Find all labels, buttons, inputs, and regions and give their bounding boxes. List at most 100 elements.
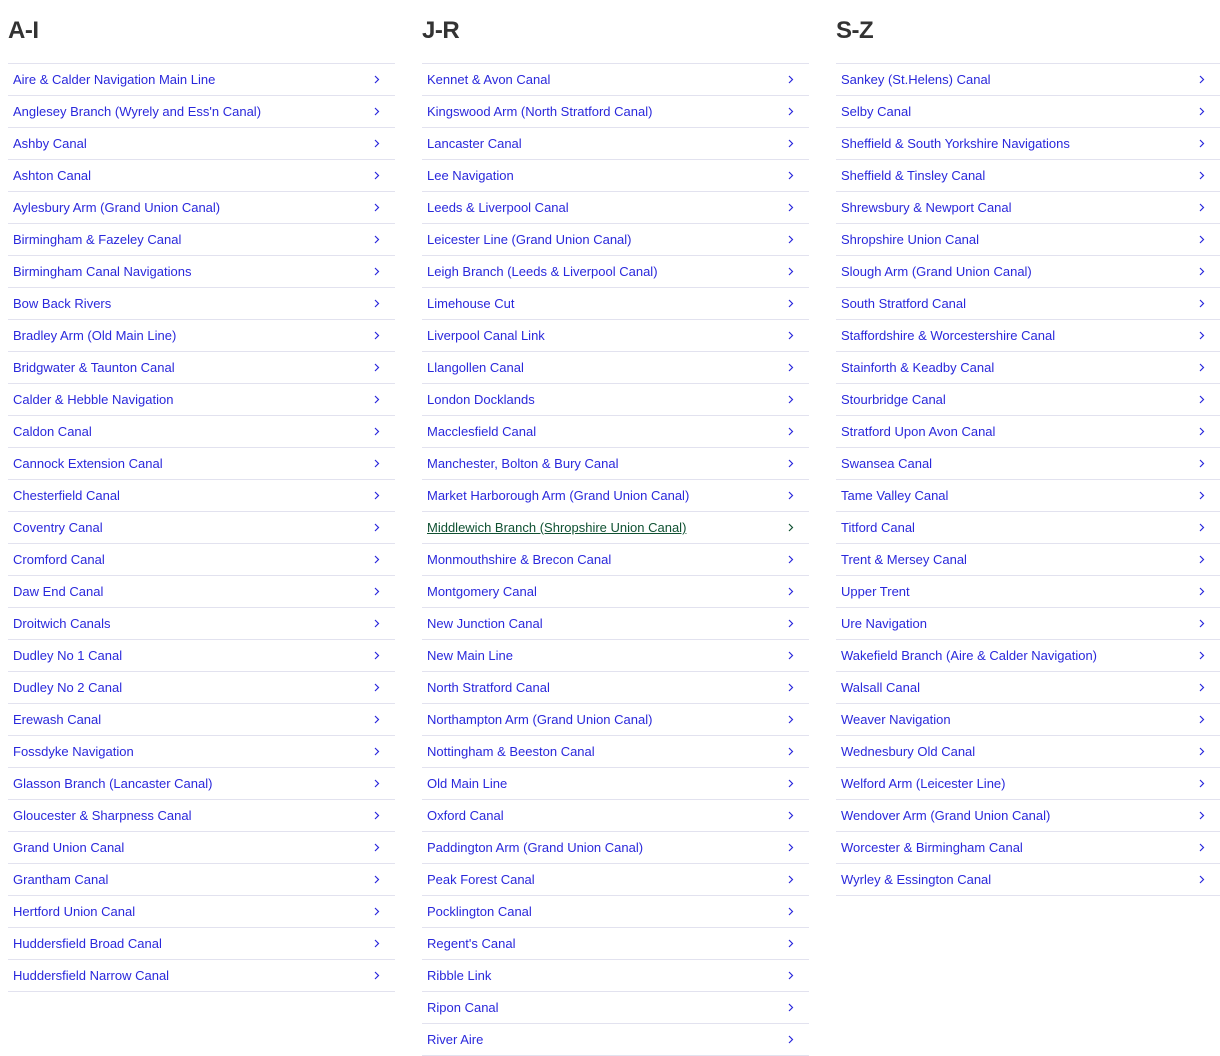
waterway-link[interactable]: Aire & Calder Navigation Main Line <box>8 64 395 96</box>
waterway-link[interactable]: River Aire <box>422 1024 809 1056</box>
waterway-link[interactable]: Middlewich Branch (Shropshire Union Cana… <box>422 512 809 544</box>
waterway-link[interactable]: Limehouse Cut <box>422 288 809 320</box>
waterway-link[interactable]: Chesterfield Canal <box>8 480 395 512</box>
chevron-right-icon <box>787 747 795 756</box>
waterway-link[interactable]: Coventry Canal <box>8 512 395 544</box>
waterway-link[interactable]: Gloucester & Sharpness Canal <box>8 800 395 832</box>
waterway-link[interactable]: Grand Union Canal <box>8 832 395 864</box>
waterway-link[interactable]: Kennet & Avon Canal <box>422 64 809 96</box>
waterway-link[interactable]: Stratford Upon Avon Canal <box>836 416 1220 448</box>
waterway-link[interactable]: Bradley Arm (Old Main Line) <box>8 320 395 352</box>
waterway-link[interactable]: Liverpool Canal Link <box>422 320 809 352</box>
waterway-link[interactable]: Dudley No 2 Canal <box>8 672 395 704</box>
waterway-link[interactable]: Dudley No 1 Canal <box>8 640 395 672</box>
waterway-link[interactable]: Upper Trent <box>836 576 1220 608</box>
waterway-link[interactable]: Welford Arm (Leicester Line) <box>836 768 1220 800</box>
waterway-link[interactable]: Leeds & Liverpool Canal <box>422 192 809 224</box>
waterway-link[interactable]: Pocklington Canal <box>422 896 809 928</box>
waterway-link[interactable]: Sheffield & Tinsley Canal <box>836 160 1220 192</box>
waterway-name: Upper Trent <box>841 584 910 599</box>
waterway-link[interactable]: Old Main Line <box>422 768 809 800</box>
waterway-link[interactable]: Wendover Arm (Grand Union Canal) <box>836 800 1220 832</box>
waterway-link[interactable]: Huddersfield Narrow Canal <box>8 960 395 992</box>
chevron-right-icon <box>1198 395 1206 404</box>
waterway-link[interactable]: Lancaster Canal <box>422 128 809 160</box>
waterway-link[interactable]: Cannock Extension Canal <box>8 448 395 480</box>
waterway-link[interactable]: Sankey (St.Helens) Canal <box>836 64 1220 96</box>
waterway-link[interactable]: Walsall Canal <box>836 672 1220 704</box>
waterway-link[interactable]: Hertford Union Canal <box>8 896 395 928</box>
waterway-link[interactable]: Bow Back Rivers <box>8 288 395 320</box>
waterway-name: Birmingham Canal Navigations <box>13 264 192 279</box>
waterway-link[interactable]: Peak Forest Canal <box>422 864 809 896</box>
waterway-link[interactable]: Market Harborough Arm (Grand Union Canal… <box>422 480 809 512</box>
waterway-link[interactable]: Northampton Arm (Grand Union Canal) <box>422 704 809 736</box>
waterway-link[interactable]: Ure Navigation <box>836 608 1220 640</box>
waterway-link[interactable]: Llangollen Canal <box>422 352 809 384</box>
waterway-link[interactable]: Oxford Canal <box>422 800 809 832</box>
waterway-link[interactable]: Droitwich Canals <box>8 608 395 640</box>
waterway-link[interactable]: Stourbridge Canal <box>836 384 1220 416</box>
waterway-link[interactable]: Huddersfield Broad Canal <box>8 928 395 960</box>
waterway-link[interactable]: Ashby Canal <box>8 128 395 160</box>
waterway-link[interactable]: London Docklands <box>422 384 809 416</box>
waterway-link[interactable]: Trent & Mersey Canal <box>836 544 1220 576</box>
waterway-link[interactable]: Leicester Line (Grand Union Canal) <box>422 224 809 256</box>
waterway-name: Glasson Branch (Lancaster Canal) <box>13 776 213 791</box>
waterway-link[interactable]: Monmouthshire & Brecon Canal <box>422 544 809 576</box>
waterway-link[interactable]: Ripon Canal <box>422 992 809 1024</box>
chevron-right-icon <box>787 491 795 500</box>
waterway-link[interactable]: Wyrley & Essington Canal <box>836 864 1220 896</box>
waterway-link[interactable]: Slough Arm (Grand Union Canal) <box>836 256 1220 288</box>
waterway-name: Shrewsbury & Newport Canal <box>841 200 1012 215</box>
waterway-link[interactable]: Swansea Canal <box>836 448 1220 480</box>
chevron-right-icon <box>1198 523 1206 532</box>
waterway-link[interactable]: Anglesey Branch (Wyrely and Ess'n Canal) <box>8 96 395 128</box>
waterway-link[interactable]: Ashton Canal <box>8 160 395 192</box>
waterway-link[interactable]: Daw End Canal <box>8 576 395 608</box>
waterway-name: Wendover Arm (Grand Union Canal) <box>841 808 1051 823</box>
waterway-link[interactable]: Tame Valley Canal <box>836 480 1220 512</box>
waterway-link[interactable]: Titford Canal <box>836 512 1220 544</box>
waterway-link[interactable]: Wednesbury Old Canal <box>836 736 1220 768</box>
waterway-link[interactable]: Macclesfield Canal <box>422 416 809 448</box>
waterway-name: Macclesfield Canal <box>427 424 537 439</box>
chevron-right-icon <box>373 267 381 276</box>
waterway-link[interactable]: Stainforth & Keadby Canal <box>836 352 1220 384</box>
waterway-link[interactable]: North Stratford Canal <box>422 672 809 704</box>
waterway-link[interactable]: Leigh Branch (Leeds & Liverpool Canal) <box>422 256 809 288</box>
waterway-link[interactable]: Lee Navigation <box>422 160 809 192</box>
waterway-link[interactable]: Wakefield Branch (Aire & Calder Navigati… <box>836 640 1220 672</box>
waterway-link[interactable]: Staffordshire & Worcestershire Canal <box>836 320 1220 352</box>
waterway-link[interactable]: Paddington Arm (Grand Union Canal) <box>422 832 809 864</box>
waterway-link[interactable]: South Stratford Canal <box>836 288 1220 320</box>
waterway-link[interactable]: Ribble Link <box>422 960 809 992</box>
waterway-link[interactable]: Shropshire Union Canal <box>836 224 1220 256</box>
waterway-link[interactable]: Cromford Canal <box>8 544 395 576</box>
waterway-link[interactable]: Bridgwater & Taunton Canal <box>8 352 395 384</box>
waterway-link[interactable]: Grantham Canal <box>8 864 395 896</box>
waterway-link[interactable]: Sheffield & South Yorkshire Navigations <box>836 128 1220 160</box>
waterway-link[interactable]: Manchester, Bolton & Bury Canal <box>422 448 809 480</box>
waterway-link[interactable]: Calder & Hebble Navigation <box>8 384 395 416</box>
waterway-link[interactable]: Shrewsbury & Newport Canal <box>836 192 1220 224</box>
waterway-link[interactable]: Worcester & Birmingham Canal <box>836 832 1220 864</box>
waterway-link[interactable]: New Main Line <box>422 640 809 672</box>
chevron-right-icon <box>1198 811 1206 820</box>
waterway-link[interactable]: Selby Canal <box>836 96 1220 128</box>
waterway-link[interactable]: Kingswood Arm (North Stratford Canal) <box>422 96 809 128</box>
waterway-link[interactable]: Erewash Canal <box>8 704 395 736</box>
waterway-link[interactable]: Fossdyke Navigation <box>8 736 395 768</box>
waterway-link[interactable]: New Junction Canal <box>422 608 809 640</box>
waterway-link[interactable]: Weaver Navigation <box>836 704 1220 736</box>
waterway-link[interactable]: Birmingham & Fazeley Canal <box>8 224 395 256</box>
waterway-link[interactable]: Aylesbury Arm (Grand Union Canal) <box>8 192 395 224</box>
waterway-link[interactable]: Caldon Canal <box>8 416 395 448</box>
waterway-link[interactable]: Glasson Branch (Lancaster Canal) <box>8 768 395 800</box>
waterway-name: Weaver Navigation <box>841 712 951 727</box>
waterway-link[interactable]: Birmingham Canal Navigations <box>8 256 395 288</box>
waterway-link[interactable]: Regent's Canal <box>422 928 809 960</box>
waterway-link[interactable]: Nottingham & Beeston Canal <box>422 736 809 768</box>
chevron-right-icon <box>1198 459 1206 468</box>
waterway-link[interactable]: Montgomery Canal <box>422 576 809 608</box>
